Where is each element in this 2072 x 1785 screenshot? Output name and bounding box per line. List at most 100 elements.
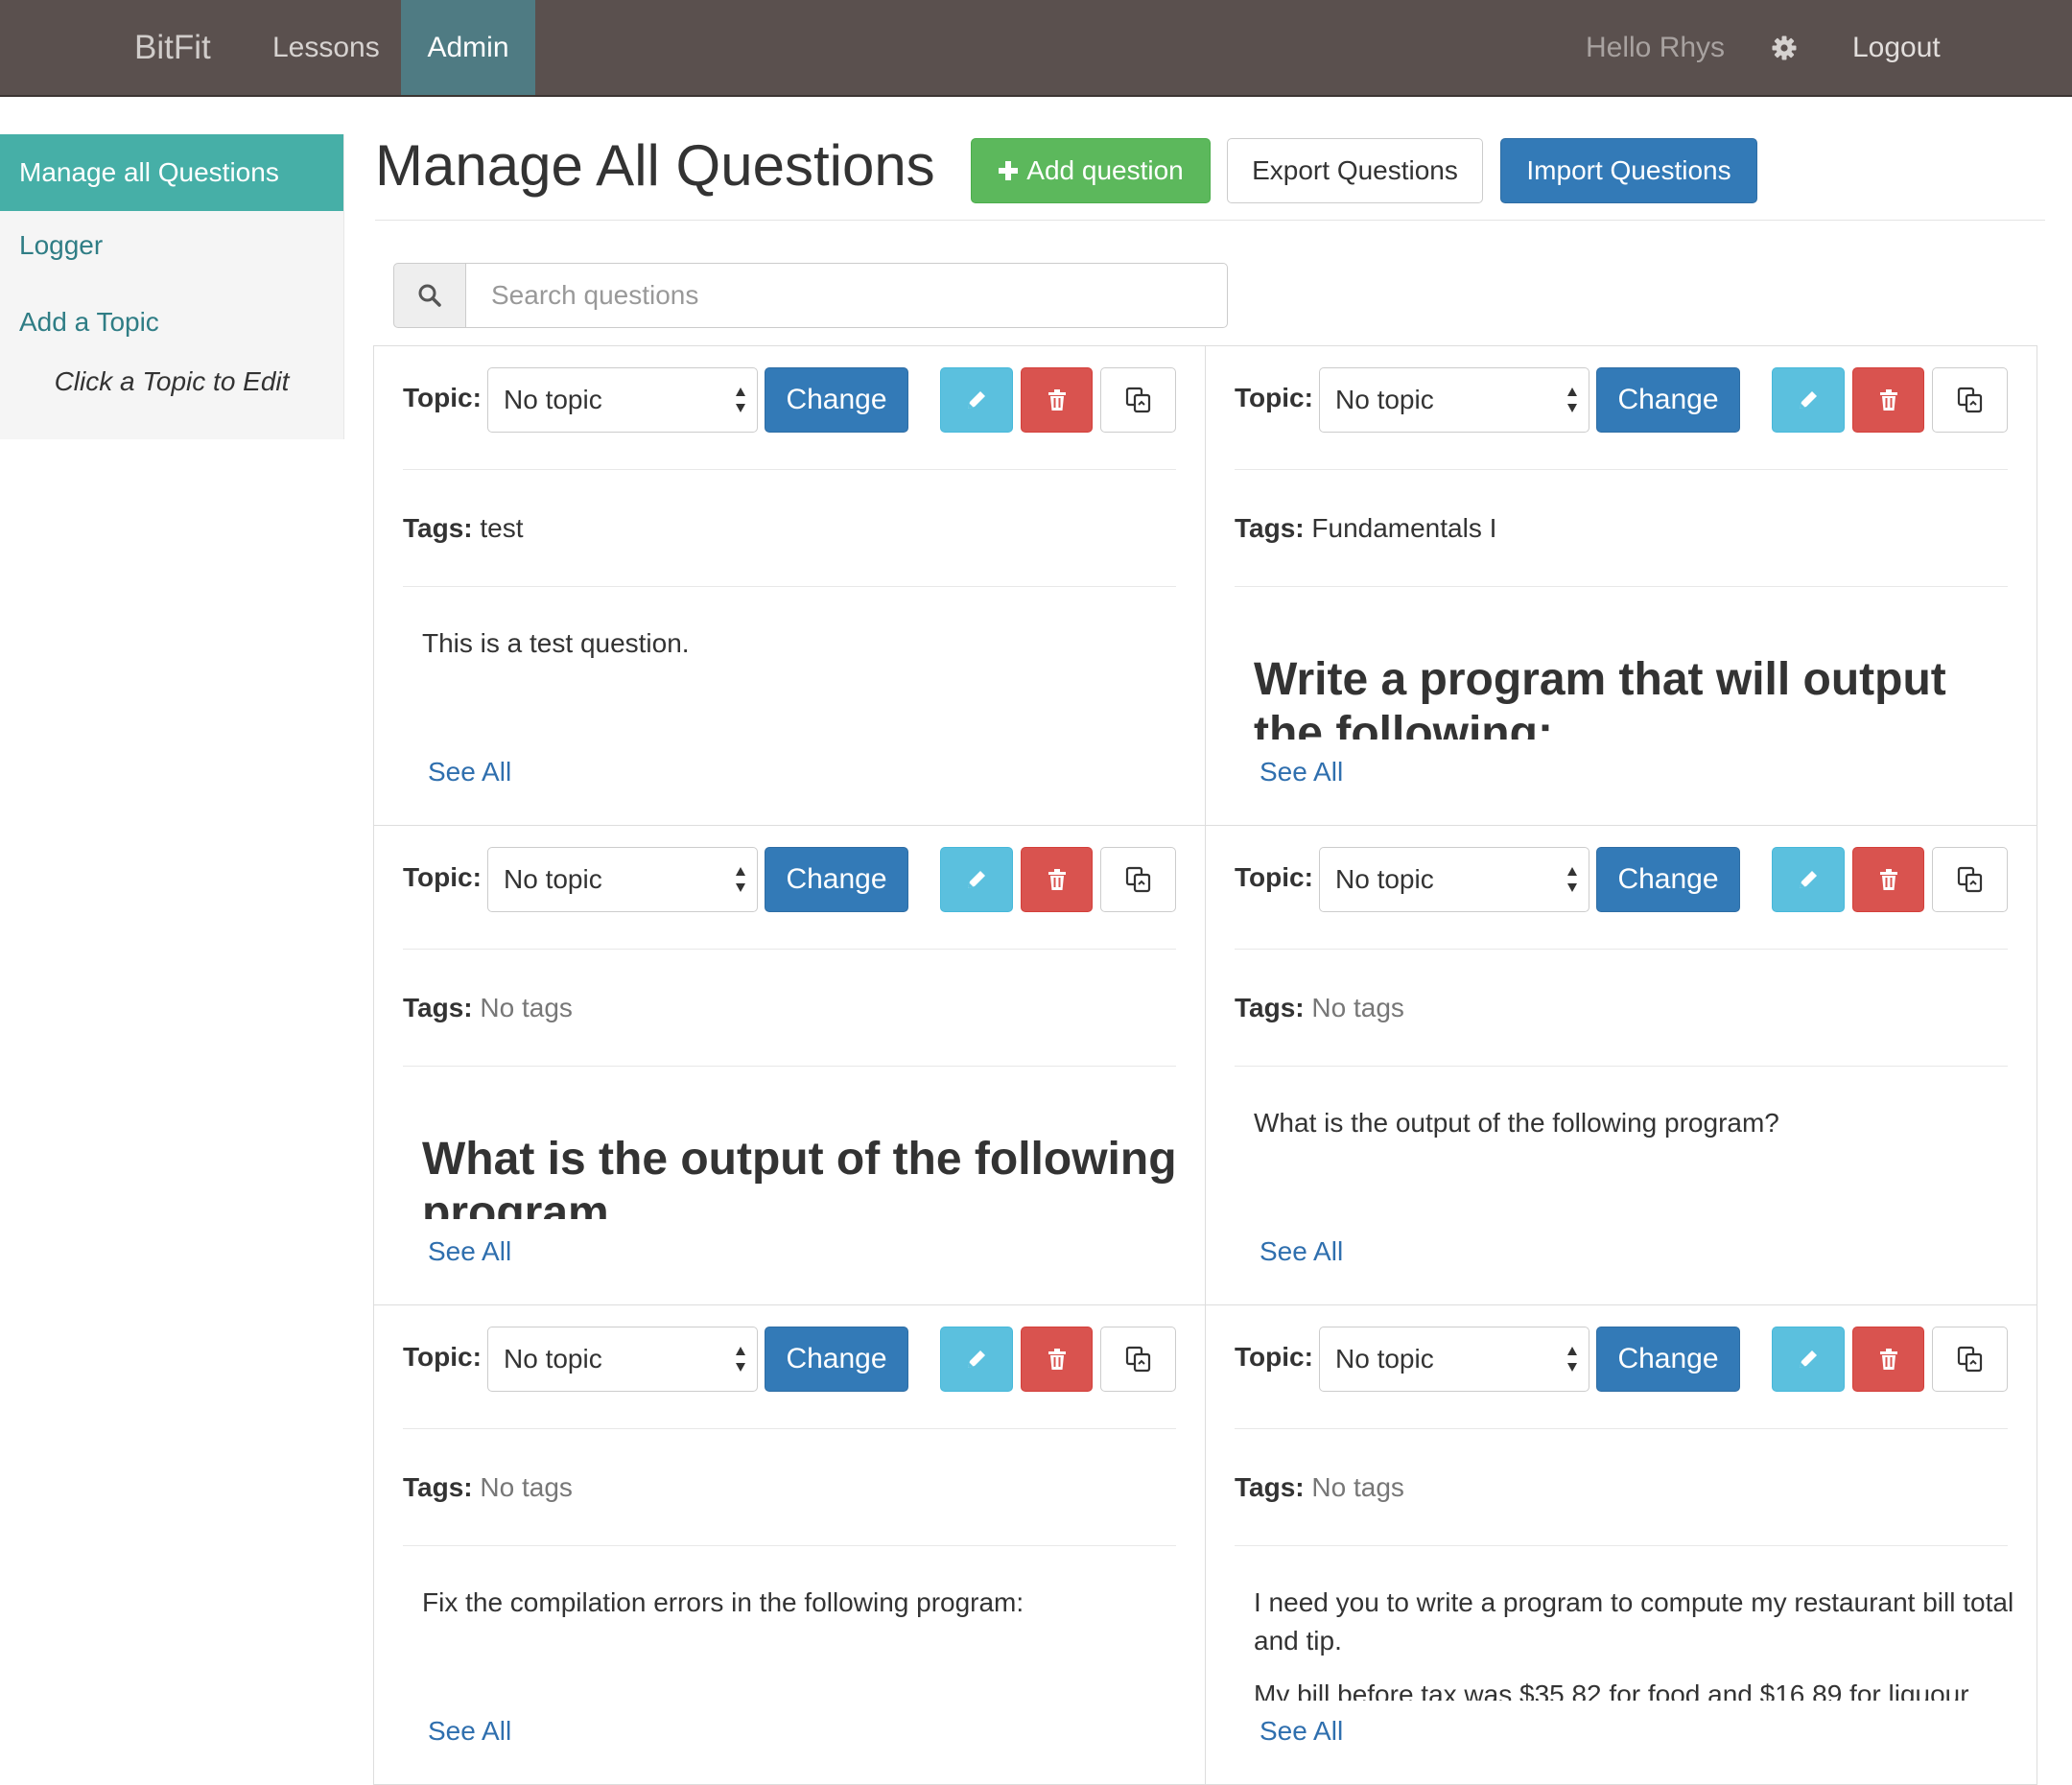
select-arrows-icon bbox=[736, 388, 745, 412]
tags-value: No tags bbox=[1311, 1472, 1404, 1502]
trash-icon bbox=[1048, 1349, 1066, 1370]
edit-button[interactable] bbox=[1772, 367, 1845, 433]
tags-line: Tags: Fundamentals I bbox=[1235, 509, 1496, 548]
card-divider bbox=[1235, 1066, 2008, 1067]
user-greeting[interactable]: Hello Rhys bbox=[1586, 0, 1725, 95]
sidebar-item-add-topic[interactable]: Add a Topic bbox=[0, 303, 343, 341]
edit-button[interactable] bbox=[1772, 1327, 1845, 1392]
topic-select[interactable]: No topic bbox=[487, 847, 758, 912]
logout-link[interactable]: Logout bbox=[1852, 0, 1941, 95]
edit-button[interactable] bbox=[940, 847, 1013, 912]
question-heading: Write a program that will output the fol… bbox=[1254, 654, 1946, 740]
copy-icon bbox=[1957, 866, 1982, 893]
topic-label: Topic: bbox=[1235, 383, 1313, 412]
change-topic-button[interactable]: Change bbox=[1596, 1327, 1740, 1392]
duplicate-button[interactable] bbox=[1932, 367, 2008, 433]
see-all-link[interactable]: See All bbox=[1260, 1712, 1343, 1750]
sidebar-item-logger[interactable]: Logger bbox=[0, 226, 343, 265]
question-grid: Topic: No topic Change Tags: test This i… bbox=[373, 345, 2037, 1785]
question-paragraph: My bill before tax was $35.82 for food a… bbox=[1254, 1679, 1969, 1701]
topic-select[interactable]: No topic bbox=[487, 367, 758, 433]
delete-button[interactable] bbox=[1852, 847, 1924, 912]
delete-button[interactable] bbox=[1021, 847, 1093, 912]
card-divider bbox=[403, 586, 1176, 587]
see-all-link[interactable]: See All bbox=[428, 753, 511, 791]
duplicate-button[interactable] bbox=[1100, 1327, 1176, 1392]
see-all-link[interactable]: See All bbox=[428, 1233, 511, 1271]
topic-label: Topic: bbox=[403, 1342, 482, 1372]
pencil-icon bbox=[968, 871, 985, 888]
topic-select-value: No topic bbox=[504, 385, 602, 414]
topic-select[interactable]: No topic bbox=[487, 1327, 758, 1392]
duplicate-button[interactable] bbox=[1100, 367, 1176, 433]
question-card: Topic: No topic Change Tags: No tags I n… bbox=[1206, 1305, 2037, 1785]
trash-icon bbox=[1879, 1349, 1897, 1370]
gear-icon[interactable] bbox=[1768, 0, 1801, 95]
pencil-icon bbox=[1800, 871, 1817, 888]
sidebar-item-manage-questions[interactable]: Manage all Questions bbox=[0, 134, 343, 211]
change-topic-button[interactable]: Change bbox=[1596, 847, 1740, 912]
question-card: Topic: No topic Change Tags: Fundamental… bbox=[1206, 346, 2037, 826]
plus-icon bbox=[999, 161, 1019, 180]
select-arrows-icon bbox=[1567, 388, 1577, 412]
header-divider bbox=[375, 220, 2045, 221]
select-arrows-icon bbox=[736, 1347, 745, 1372]
select-arrows-icon bbox=[1567, 1347, 1577, 1372]
edit-button[interactable] bbox=[940, 1327, 1013, 1392]
sidebar: Manage all Questions Logger Add a Topic … bbox=[0, 134, 344, 439]
copy-icon bbox=[1125, 866, 1150, 893]
question-card: Topic: No topic Change Tags: test This i… bbox=[374, 346, 1206, 826]
nav-admin[interactable]: Admin bbox=[401, 0, 535, 95]
card-divider bbox=[403, 1545, 1176, 1546]
tags-line: Tags: No tags bbox=[403, 1468, 573, 1507]
question-text: This is a test question. bbox=[422, 628, 690, 658]
card-divider bbox=[1235, 1428, 2008, 1429]
import-questions-button[interactable]: Import Questions bbox=[1500, 138, 1757, 203]
edit-button[interactable] bbox=[940, 367, 1013, 433]
duplicate-button[interactable] bbox=[1100, 847, 1176, 912]
question-text: What is the output of the following prog… bbox=[1254, 1108, 1779, 1138]
tags-label: Tags: bbox=[1235, 993, 1305, 1022]
change-topic-button[interactable]: Change bbox=[1596, 367, 1740, 433]
topic-select[interactable]: No topic bbox=[1319, 1327, 1589, 1392]
tags-value: No tags bbox=[1311, 993, 1404, 1022]
trash-icon bbox=[1048, 389, 1066, 411]
topic-select-value: No topic bbox=[1335, 1344, 1434, 1374]
topic-select[interactable]: No topic bbox=[1319, 847, 1589, 912]
delete-button[interactable] bbox=[1852, 1327, 1924, 1392]
delete-button[interactable] bbox=[1021, 1327, 1093, 1392]
card-divider bbox=[403, 949, 1176, 950]
trash-icon bbox=[1879, 389, 1897, 411]
select-arrows-icon bbox=[1567, 867, 1577, 892]
see-all-link[interactable]: See All bbox=[1260, 753, 1343, 791]
card-divider bbox=[403, 1428, 1176, 1429]
navbar: BitFit Lessons Admin Hello Rhys Logout bbox=[0, 0, 2072, 97]
change-topic-button[interactable]: Change bbox=[765, 1327, 908, 1392]
duplicate-button[interactable] bbox=[1932, 1327, 2008, 1392]
topic-select-value: No topic bbox=[1335, 864, 1434, 894]
tags-label: Tags: bbox=[403, 513, 473, 543]
tags-value: No tags bbox=[480, 1472, 573, 1502]
edit-button[interactable] bbox=[1772, 847, 1845, 912]
see-all-link[interactable]: See All bbox=[1260, 1233, 1343, 1271]
delete-button[interactable] bbox=[1021, 367, 1093, 433]
trash-icon bbox=[1048, 869, 1066, 890]
topic-select[interactable]: No topic bbox=[1319, 367, 1589, 433]
tags-value: No tags bbox=[480, 993, 573, 1022]
tags-label: Tags: bbox=[403, 1472, 473, 1502]
change-topic-button[interactable]: Change bbox=[765, 367, 908, 433]
duplicate-button[interactable] bbox=[1932, 847, 2008, 912]
search-icon bbox=[393, 263, 466, 328]
add-question-button[interactable]: Add question bbox=[971, 138, 1211, 203]
search-input[interactable] bbox=[465, 263, 1228, 328]
nav-lessons[interactable]: Lessons bbox=[272, 0, 380, 95]
brand-link[interactable]: BitFit bbox=[134, 0, 211, 95]
see-all-link[interactable]: See All bbox=[428, 1712, 511, 1750]
change-topic-button[interactable]: Change bbox=[765, 847, 908, 912]
export-questions-button[interactable]: Export Questions bbox=[1227, 138, 1483, 203]
topic-label: Topic: bbox=[403, 862, 482, 892]
question-text: I need you to write a program to compute… bbox=[1254, 1584, 2021, 1701]
card-divider bbox=[403, 1066, 1176, 1067]
tags-label: Tags: bbox=[1235, 1472, 1305, 1502]
delete-button[interactable] bbox=[1852, 367, 1924, 433]
